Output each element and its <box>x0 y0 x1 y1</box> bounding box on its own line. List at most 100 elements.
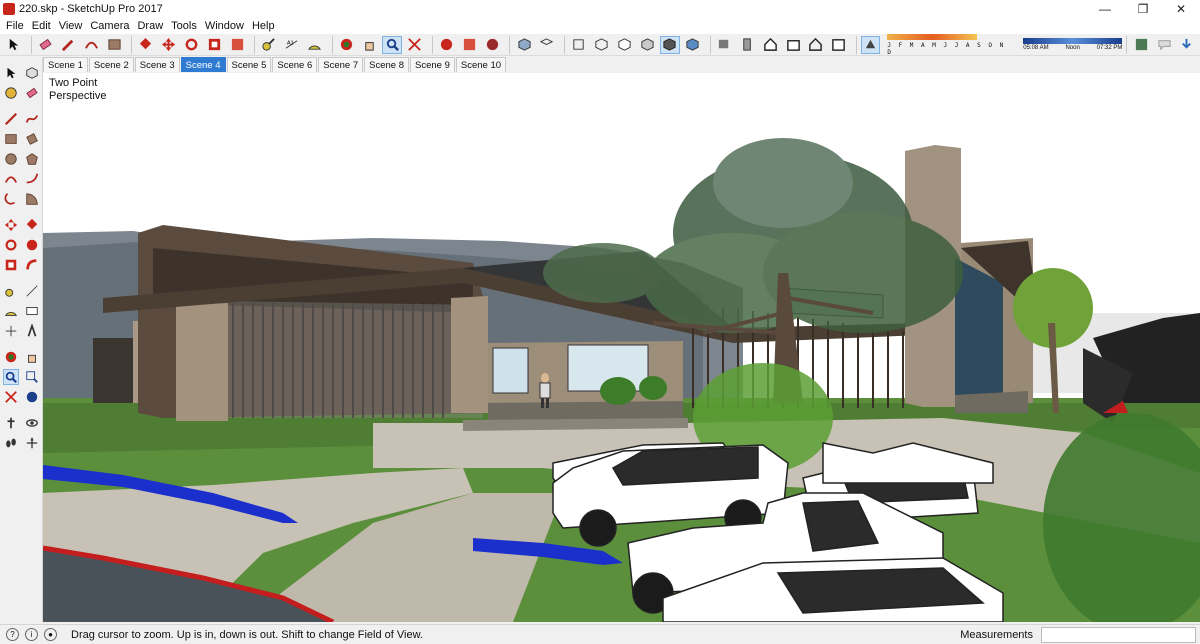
move-icon[interactable] <box>159 36 179 54</box>
menu-file[interactable]: File <box>2 20 28 32</box>
walk-icon[interactable] <box>3 435 19 451</box>
menu-view[interactable]: View <box>55 20 87 32</box>
rotate-icon[interactable] <box>182 36 202 54</box>
tab-scene-1[interactable]: Scene 1 <box>43 57 88 72</box>
menu-draw[interactable]: Draw <box>133 20 167 32</box>
scale-icon[interactable] <box>204 36 224 54</box>
geo-location-status-icon[interactable]: ? <box>6 628 19 641</box>
orbit-icon[interactable] <box>337 36 357 54</box>
top-view-icon[interactable] <box>537 36 557 54</box>
pie-tool-icon[interactable] <box>24 191 40 207</box>
maximize-button[interactable]: ❐ <box>1124 0 1162 18</box>
warehouse-icon[interactable] <box>437 36 457 54</box>
building-icon[interactable] <box>783 36 803 54</box>
offset-tool-icon[interactable] <box>24 257 40 273</box>
circle-tool-icon[interactable] <box>3 151 19 167</box>
rectangle-tool-icon[interactable] <box>3 131 19 147</box>
pan-tool-icon[interactable] <box>24 349 40 365</box>
tab-scene-5[interactable]: Scene 5 <box>226 57 272 72</box>
iso-view-icon[interactable] <box>514 36 534 54</box>
position-camera-icon[interactable] <box>3 415 19 431</box>
tab-scene-9[interactable]: Scene 9 <box>410 57 455 72</box>
pan-icon[interactable] <box>359 36 379 54</box>
make-component-icon[interactable] <box>24 65 40 81</box>
3d-viewport[interactable]: Two Point Perspective <box>43 73 1200 622</box>
tab-scene-2[interactable]: Scene 2 <box>88 57 134 72</box>
protractor-icon[interactable] <box>305 36 325 54</box>
monochrome-icon[interactable] <box>683 36 703 54</box>
xray-icon[interactable] <box>569 36 589 54</box>
house-icon[interactable] <box>760 36 780 54</box>
rotate-tool-icon[interactable] <box>3 237 19 253</box>
layout-icon[interactable] <box>482 36 502 54</box>
section-plane-tool-icon[interactable] <box>24 435 40 451</box>
tape-measure-tool-icon[interactable] <box>3 283 19 299</box>
tab-scene-10[interactable]: Scene 10 <box>455 57 507 72</box>
wireframe-icon[interactable] <box>592 36 612 54</box>
previous-view-icon[interactable] <box>24 389 40 405</box>
shadow-time-slider[interactable]: 05:08 AM Noon 07:32 PM <box>1023 38 1123 51</box>
3d-text-tool-icon[interactable] <box>24 323 40 339</box>
offset-icon[interactable] <box>227 36 247 54</box>
tape-measure-icon[interactable] <box>259 36 279 54</box>
minimize-button[interactable]: — <box>1086 0 1124 18</box>
storefront-icon[interactable] <box>829 36 849 54</box>
info-status-icon[interactable]: i <box>25 628 38 641</box>
hidden-line-icon[interactable] <box>614 36 634 54</box>
shaded-icon[interactable] <box>637 36 657 54</box>
orbit-tool-icon[interactable] <box>3 349 19 365</box>
extension-icon[interactable] <box>460 36 480 54</box>
section-plane-icon[interactable] <box>715 36 735 54</box>
push-pull-icon[interactable] <box>136 36 156 54</box>
menu-help[interactable]: Help <box>248 20 279 32</box>
house-outline-icon[interactable] <box>806 36 826 54</box>
look-around-icon[interactable] <box>24 415 40 431</box>
zoom-icon[interactable] <box>382 35 402 54</box>
shaded-texture-icon[interactable] <box>660 35 680 54</box>
freehand-tool-icon[interactable] <box>24 111 40 127</box>
move-tool-icon[interactable] <box>3 217 19 233</box>
menu-camera[interactable]: Camera <box>86 20 133 32</box>
geo-location-icon[interactable] <box>1131 36 1151 54</box>
close-button[interactable]: ✕ <box>1162 0 1200 18</box>
scale-tool-icon[interactable] <box>3 257 19 273</box>
follow-me-icon[interactable] <box>24 237 40 253</box>
eraser-tool-icon[interactable] <box>24 85 40 101</box>
axes-tool-icon[interactable] <box>3 323 19 339</box>
dimension-icon[interactable]: A1 <box>282 36 302 54</box>
tab-scene-3[interactable]: Scene 3 <box>134 57 180 72</box>
line-tool-icon[interactable] <box>3 111 19 127</box>
section-display-icon[interactable] <box>737 36 757 54</box>
zoom-window-icon[interactable] <box>24 369 40 385</box>
arc-tool-icon[interactable] <box>3 171 19 187</box>
menu-window[interactable]: Window <box>201 20 248 32</box>
rectangle-icon[interactable] <box>104 36 124 54</box>
rotated-rectangle-icon[interactable] <box>24 131 40 147</box>
zoom-extents-icon[interactable] <box>405 36 425 54</box>
shadow-month-slider[interactable]: J F M A M J J A S O N D <box>887 33 1015 56</box>
two-point-arc-icon[interactable] <box>24 171 40 187</box>
user-status-icon[interactable]: ● <box>44 628 57 641</box>
menu-edit[interactable]: Edit <box>28 20 55 32</box>
measurements-input[interactable] <box>1041 626 1196 643</box>
shadows-toggle-icon[interactable] <box>860 35 881 54</box>
tab-scene-8[interactable]: Scene 8 <box>364 57 409 72</box>
tab-scene-6[interactable]: Scene 6 <box>272 57 318 72</box>
select-tool-icon[interactable] <box>3 65 19 81</box>
speech-bubble-icon[interactable] <box>1154 36 1174 54</box>
dimension-tool-icon[interactable] <box>24 283 40 299</box>
tab-scene-4[interactable]: Scene 4 <box>180 57 226 72</box>
push-pull-tool-icon[interactable] <box>24 217 40 233</box>
text-tool-icon[interactable] <box>24 303 40 319</box>
download-icon[interactable] <box>1177 36 1197 54</box>
pencil-icon[interactable] <box>59 36 79 54</box>
menu-tools[interactable]: Tools <box>167 20 201 32</box>
zoom-tool-icon[interactable] <box>2 369 19 385</box>
paint-bucket-icon[interactable] <box>3 85 19 101</box>
eraser-icon[interactable] <box>36 36 56 54</box>
zoom-extents-tool-icon[interactable] <box>3 389 19 405</box>
protractor-tool-icon[interactable] <box>3 303 19 319</box>
arc-icon[interactable] <box>81 36 101 54</box>
three-point-arc-icon[interactable] <box>3 191 19 207</box>
tab-scene-7[interactable]: Scene 7 <box>318 57 364 72</box>
